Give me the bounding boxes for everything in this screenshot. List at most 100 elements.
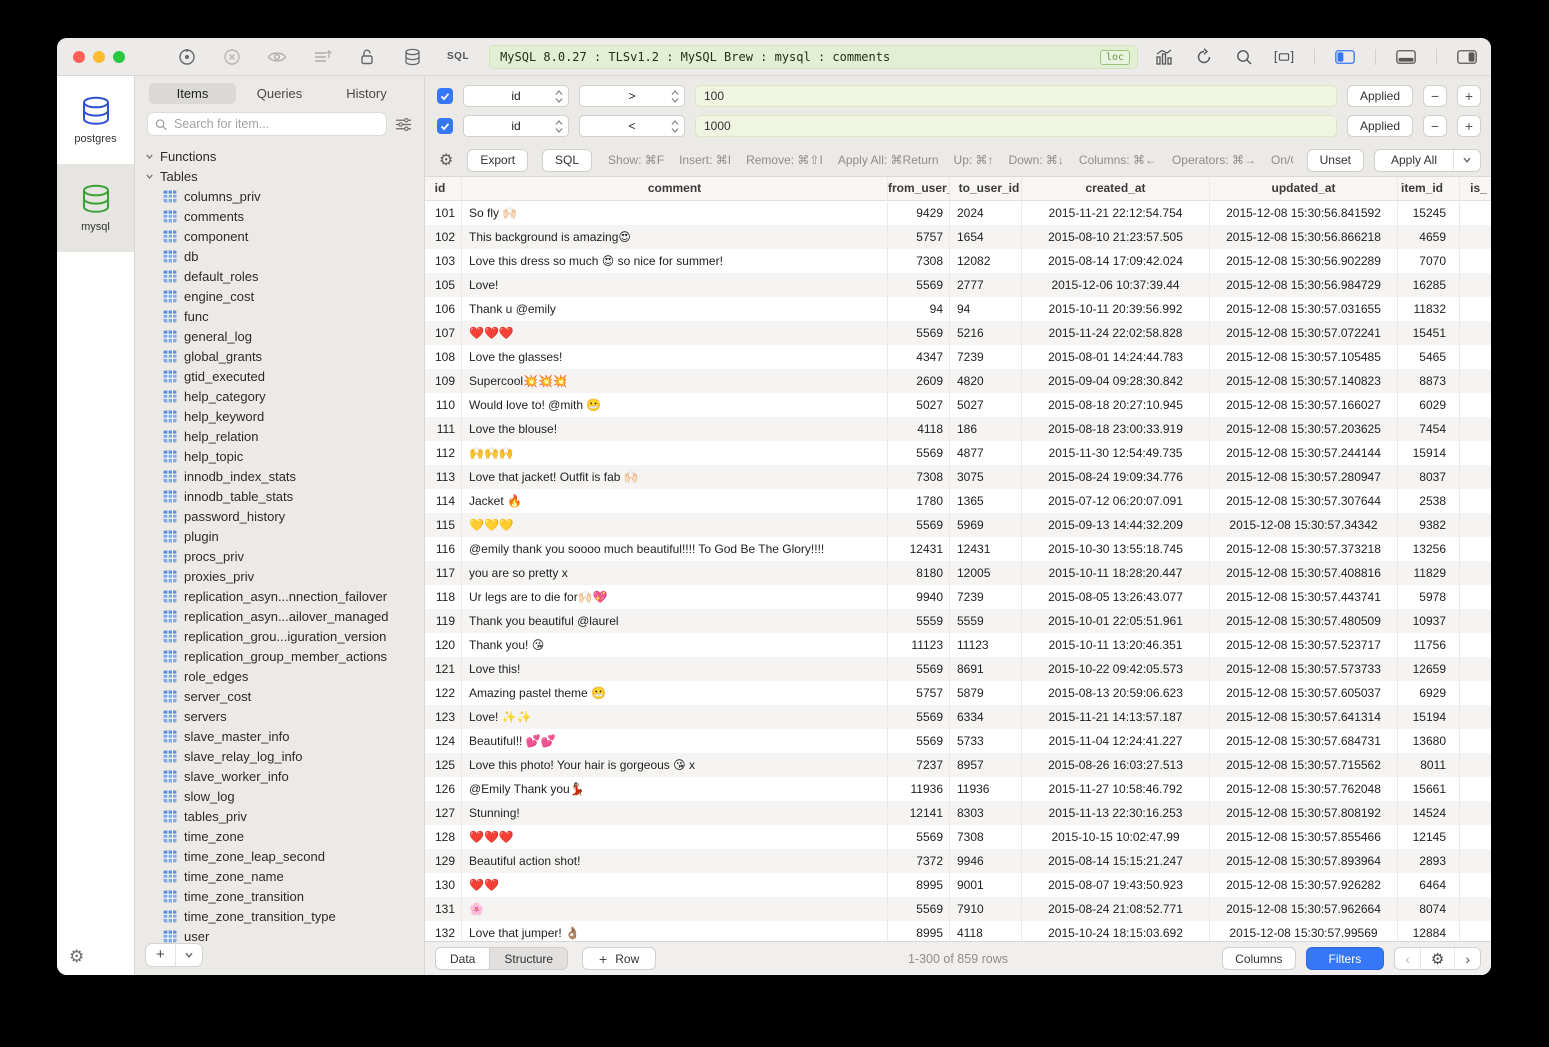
table-row[interactable]: 129Beautiful action shot!737299462015-08… [425, 849, 1491, 873]
cell-created_at[interactable]: 2015-08-13 20:59:06.623 [1022, 681, 1210, 705]
cell-updated_at[interactable]: 2015-12-08 15:30:57.808192 [1210, 801, 1398, 825]
cell-updated_at[interactable]: 2015-12-08 15:30:57.307644 [1210, 489, 1398, 513]
sidebar-table-item[interactable]: general_log [135, 326, 424, 346]
cell-updated_at[interactable]: 2015-12-08 15:30:57.855466 [1210, 825, 1398, 849]
cell-comment[interactable]: Supercool💥💥💥 [462, 369, 888, 393]
sidebar-table-item[interactable]: innodb_table_stats [135, 486, 424, 506]
cell-from_user_id[interactable]: 5757 [888, 681, 950, 705]
cell-to_user_id[interactable]: 5733 [950, 729, 1022, 753]
cell-comment[interactable]: @emily thank you soooo much beautiful!!!… [462, 537, 888, 561]
cell-is_[interactable] [1460, 489, 1491, 513]
cell-comment[interactable]: Thank you! 😘 [462, 633, 888, 657]
cell-to_user_id[interactable]: 12082 [950, 249, 1022, 273]
cell-created_at[interactable]: 2015-07-12 06:20:07.091 [1022, 489, 1210, 513]
cell-comment[interactable]: Beautiful!! 💕💕 [462, 729, 888, 753]
filter-column-select[interactable]: id [463, 115, 569, 137]
cell-comment[interactable]: Love this photo! Your hair is gorgeous 😘… [462, 753, 888, 777]
cell-created_at[interactable]: 2015-11-04 12:24:41.227 [1022, 729, 1210, 753]
cell-id[interactable]: 128 [425, 825, 462, 849]
cell-from_user_id[interactable]: 8995 [888, 921, 950, 941]
structure-view-button[interactable]: Structure [490, 948, 567, 969]
sidebar-table-item[interactable]: func [135, 306, 424, 326]
unset-button[interactable]: Unset [1307, 149, 1364, 172]
cell-id[interactable]: 106 [425, 297, 462, 321]
cell-updated_at[interactable]: 2015-12-08 15:30:57.203625 [1210, 417, 1398, 441]
sidebar-table-item[interactable]: gtid_executed [135, 366, 424, 386]
cell-is_[interactable] [1460, 345, 1491, 369]
cell-item_id[interactable]: 2893 [1398, 849, 1460, 873]
column-header-updated_at[interactable]: updated_at [1210, 177, 1398, 201]
cell-to_user_id[interactable]: 5216 [950, 321, 1022, 345]
next-page-button[interactable]: › [1454, 948, 1480, 969]
panel-right-icon[interactable] [1457, 47, 1477, 67]
cell-to_user_id[interactable]: 8957 [950, 753, 1022, 777]
cell-updated_at[interactable]: 2015-12-08 15:30:57.443741 [1210, 585, 1398, 609]
search-field[interactable] [147, 112, 387, 136]
cell-item_id[interactable]: 8074 [1398, 897, 1460, 921]
cell-to_user_id[interactable]: 9946 [950, 849, 1022, 873]
cell-created_at[interactable]: 2015-08-07 19:43:50.923 [1022, 873, 1210, 897]
cell-comment[interactable]: Love! [462, 273, 888, 297]
cell-created_at[interactable]: 2015-08-14 17:09:42.024 [1022, 249, 1210, 273]
close-circle-icon[interactable] [222, 47, 242, 67]
cell-id[interactable]: 108 [425, 345, 462, 369]
tab-history[interactable]: History [323, 83, 410, 104]
cell-to_user_id[interactable]: 8691 [950, 657, 1022, 681]
connection-mysql[interactable]: mysql [57, 164, 134, 252]
cell-created_at[interactable]: 2015-11-21 22:12:54.754 [1022, 201, 1210, 225]
cell-is_[interactable] [1460, 801, 1491, 825]
table-row[interactable]: 128❤️❤️❤️556973082015-10-15 10:02:47.992… [425, 825, 1491, 849]
table-row[interactable]: 105Love!556927772015-12-06 10:37:39.4420… [425, 273, 1491, 297]
cell-created_at[interactable]: 2015-10-22 09:42:05.573 [1022, 657, 1210, 681]
cell-to_user_id[interactable]: 3075 [950, 465, 1022, 489]
cell-to_user_id[interactable]: 8303 [950, 801, 1022, 825]
cell-is_[interactable] [1460, 297, 1491, 321]
cell-item_id[interactable]: 15914 [1398, 441, 1460, 465]
cell-created_at[interactable]: 2015-11-21 14:13:57.187 [1022, 705, 1210, 729]
cell-from_user_id[interactable]: 11123 [888, 633, 950, 657]
gear-icon[interactable]: ⚙ [1420, 948, 1454, 969]
table-row[interactable]: 120Thank you! 😘11123111232015-10-11 13:2… [425, 633, 1491, 657]
cell-item_id[interactable]: 2538 [1398, 489, 1460, 513]
cell-is_[interactable] [1460, 561, 1491, 585]
cell-updated_at[interactable]: 2015-12-08 15:30:57.893964 [1210, 849, 1398, 873]
cell-to_user_id[interactable]: 94 [950, 297, 1022, 321]
cell-from_user_id[interactable]: 5559 [888, 609, 950, 633]
cell-id[interactable]: 102 [425, 225, 462, 249]
cell-item_id[interactable]: 15245 [1398, 201, 1460, 225]
cell-item_id[interactable]: 5978 [1398, 585, 1460, 609]
cell-id[interactable]: 115 [425, 513, 462, 537]
cell-from_user_id[interactable]: 1780 [888, 489, 950, 513]
tree-branch-functions[interactable]: Functions [135, 146, 424, 166]
table-row[interactable]: 107❤️❤️❤️556952162015-11-24 22:02:58.828… [425, 321, 1491, 345]
cell-to_user_id[interactable]: 1654 [950, 225, 1022, 249]
cell-item_id[interactable]: 6929 [1398, 681, 1460, 705]
cell-is_[interactable] [1460, 849, 1491, 873]
cell-item_id[interactable]: 11829 [1398, 561, 1460, 585]
cell-comment[interactable]: So fly 🙌🏻 [462, 201, 888, 225]
cell-is_[interactable] [1460, 897, 1491, 921]
tree-branch-tables[interactable]: Tables [135, 166, 424, 186]
cell-comment[interactable]: Love that jacket! Outfit is fab 🙌🏻 [462, 465, 888, 489]
table-row[interactable]: 118Ur legs are to die for🙌🏻💖994072392015… [425, 585, 1491, 609]
cell-from_user_id[interactable]: 4347 [888, 345, 950, 369]
cell-comment[interactable]: Ur legs are to die for🙌🏻💖 [462, 585, 888, 609]
cell-id[interactable]: 129 [425, 849, 462, 873]
cell-item_id[interactable]: 14524 [1398, 801, 1460, 825]
table-row[interactable]: 111Love the blouse!41181862015-08-18 23:… [425, 417, 1491, 441]
cell-to_user_id[interactable]: 7308 [950, 825, 1022, 849]
cell-from_user_id[interactable]: 12141 [888, 801, 950, 825]
filter-operator-select[interactable]: > [579, 85, 685, 107]
cell-updated_at[interactable]: 2015-12-08 15:30:57.140823 [1210, 369, 1398, 393]
cell-to_user_id[interactable]: 11123 [950, 633, 1022, 657]
prev-page-button[interactable]: ‹ [1395, 948, 1420, 969]
cell-id[interactable]: 124 [425, 729, 462, 753]
table-row[interactable]: 122Amazing pastel theme 😬575758792015-08… [425, 681, 1491, 705]
cell-item_id[interactable]: 11756 [1398, 633, 1460, 657]
cell-item_id[interactable]: 15194 [1398, 705, 1460, 729]
sidebar-table-item[interactable]: plugin [135, 526, 424, 546]
cell-id[interactable]: 127 [425, 801, 462, 825]
sidebar-table-item[interactable]: replication_asyn...ailover_managed [135, 606, 424, 626]
add-filter-button[interactable]: + [1457, 85, 1481, 107]
cell-item_id[interactable]: 15661 [1398, 777, 1460, 801]
